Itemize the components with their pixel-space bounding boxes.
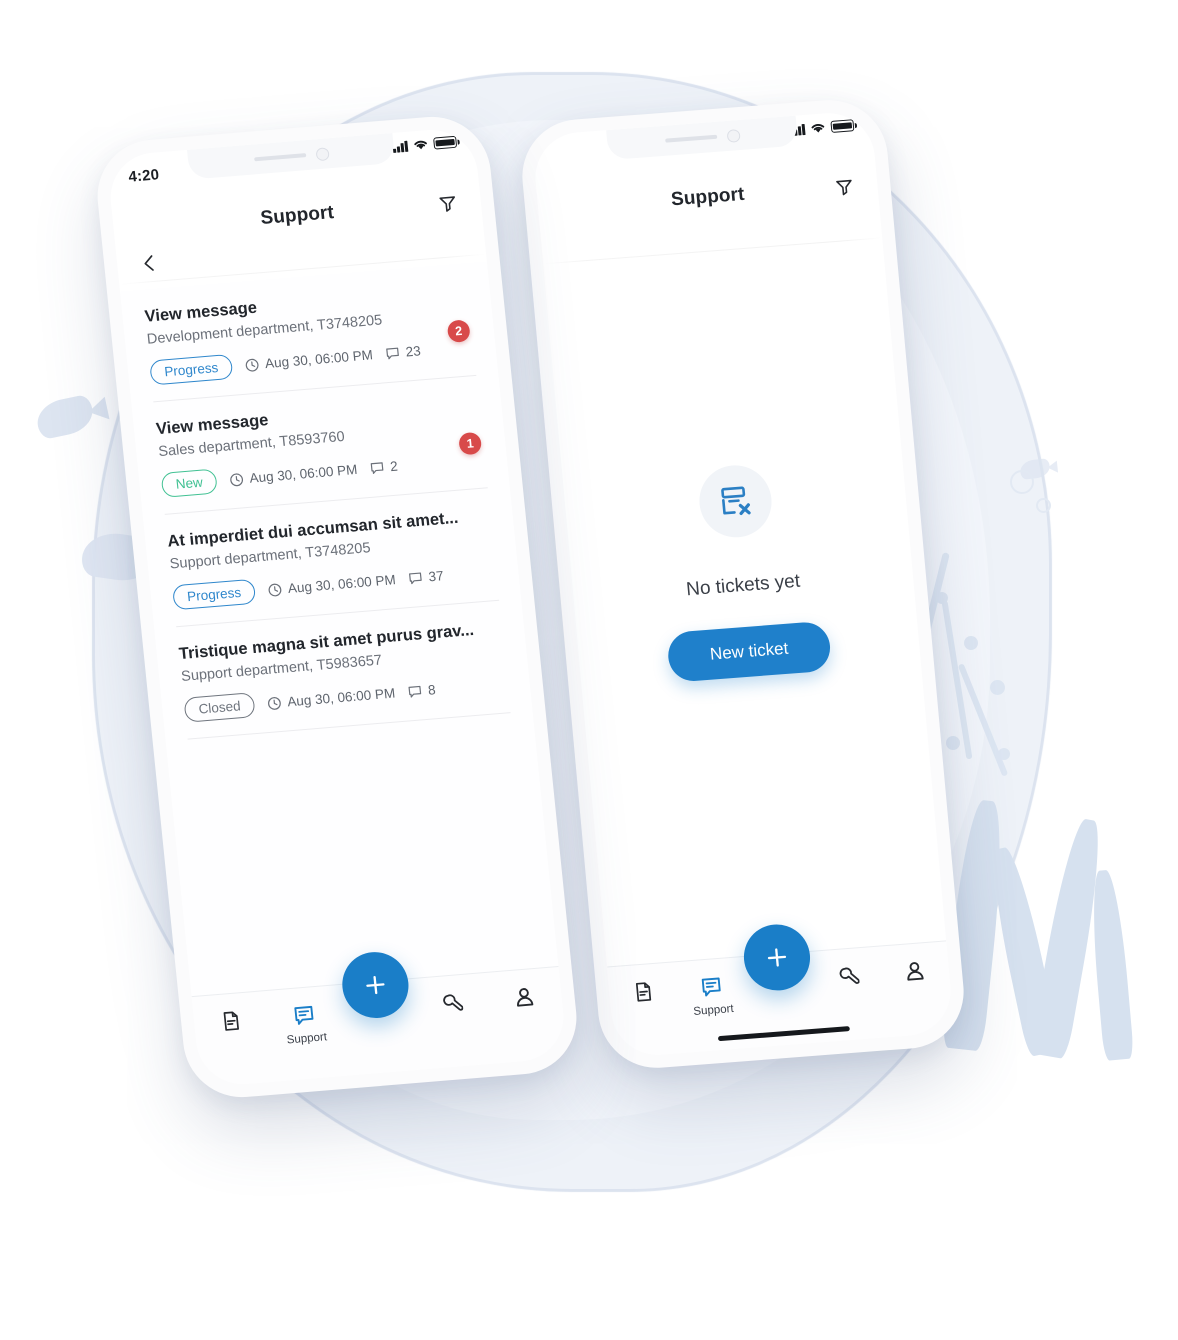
ticket-comment-count: 37 <box>408 568 444 586</box>
fish-silhouette-icon <box>33 393 97 441</box>
cellular-signal-icon <box>392 140 409 153</box>
wifi-icon <box>811 124 825 133</box>
page-title: Support <box>259 202 335 229</box>
phone-screen-right: Support No tickets yet New ticket Suppor… <box>531 109 955 1059</box>
ticket-date: Aug 30, 06:00 PM <box>244 347 374 372</box>
front-camera-icon <box>726 128 741 143</box>
document-icon <box>223 1011 239 1031</box>
clock-icon <box>267 696 281 710</box>
status-bar-time: 4:20 <box>127 165 161 186</box>
plus-icon <box>366 975 385 995</box>
person-icon <box>907 962 924 981</box>
earpiece-speaker <box>253 153 306 162</box>
filter-funnel-icon[interactable] <box>830 173 858 201</box>
nav-item-profile[interactable] <box>487 983 563 1018</box>
chat-message-icon <box>294 1005 314 1025</box>
ticket-date: Aug 30, 06:00 PM <box>267 572 396 597</box>
status-badge: Closed <box>183 692 256 723</box>
nav-item-tools[interactable] <box>812 963 883 998</box>
status-indicators <box>790 119 855 136</box>
battery-full-icon <box>830 119 855 133</box>
nav-label-support: Support <box>692 1002 735 1018</box>
new-ticket-button[interactable]: New ticket <box>665 620 833 683</box>
back-button[interactable] <box>134 248 165 278</box>
document-icon <box>635 982 652 1002</box>
chevron-left-icon <box>144 255 154 271</box>
bubble-icon <box>1010 470 1034 494</box>
wifi-icon <box>414 140 427 150</box>
nav-item-support[interactable]: Support <box>267 1001 345 1048</box>
nav-item-profile[interactable] <box>880 957 950 991</box>
phone-screen-left: 4:20 Support View message Development de… <box>106 126 568 1088</box>
bubble-icon <box>1036 498 1051 513</box>
comment-icon <box>386 347 399 359</box>
status-badge: Progress <box>171 578 257 611</box>
ticket-comment-count: 2 <box>369 459 398 476</box>
person-icon <box>517 988 534 1007</box>
front-camera-icon <box>314 146 330 161</box>
ticket-comment-count: 8 <box>407 682 436 699</box>
nav-item-documents[interactable] <box>193 1007 269 1042</box>
nav-item-support[interactable]: Support <box>676 973 748 1019</box>
ticket-list[interactable]: View message Development department, T374… <box>120 261 559 997</box>
chat-message-icon <box>701 977 721 997</box>
filter-funnel-icon[interactable] <box>434 190 463 218</box>
comment-icon <box>408 685 422 698</box>
wrench-icon <box>839 967 860 984</box>
wrench-icon <box>443 994 464 1011</box>
status-indicators <box>392 135 458 153</box>
page-title: Support <box>670 183 746 211</box>
empty-state-message: No tickets yet <box>685 570 801 601</box>
comment-icon <box>409 571 422 584</box>
battery-full-icon <box>433 135 458 150</box>
empty-state: No tickets yet New ticket <box>544 245 946 966</box>
home-indicator <box>717 1026 850 1042</box>
nav-label-support: Support <box>286 1031 328 1047</box>
plus-icon <box>767 948 787 967</box>
status-badge: Progress <box>149 353 234 386</box>
clock-icon <box>245 358 259 372</box>
status-badge: New <box>160 468 218 498</box>
composition-stage: Support No tickets yet New ticket Suppor… <box>0 0 1178 1340</box>
nav-item-documents[interactable] <box>609 978 679 1012</box>
clock-icon <box>230 472 244 486</box>
ticket-date: Aug 30, 06:00 PM <box>229 462 358 487</box>
ticket-comment-count: 23 <box>385 343 421 361</box>
earpiece-speaker <box>664 134 718 143</box>
no-tickets-icon <box>696 462 775 540</box>
nav-item-tools[interactable] <box>413 989 489 1025</box>
clock-icon <box>268 583 282 596</box>
ticket-date: Aug 30, 06:00 PM <box>267 686 396 711</box>
comment-icon <box>370 461 384 474</box>
